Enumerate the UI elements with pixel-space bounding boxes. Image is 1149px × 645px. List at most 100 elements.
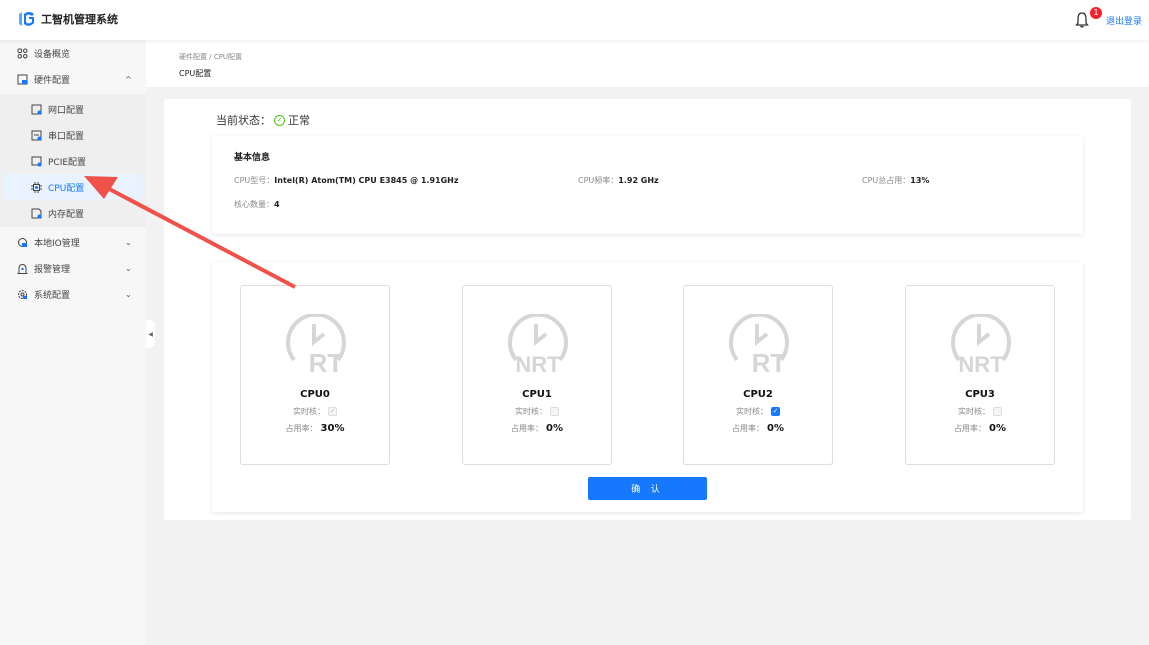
gear-icon [18,289,27,299]
confirm-button[interactable]: 确 认 [588,477,707,500]
realtime-label: 实时核： [958,407,990,416]
hardware-icon [17,74,28,84]
sidebar-item-memory[interactable]: 内存配置 [0,200,146,226]
usage-label: 占用率： [954,424,986,433]
breadcrumb-current: CPU配置 [213,53,243,61]
usage-row: 占用率： 0% [463,423,611,434]
cpu-card: RT CPU0 实时核： ✓ 占用率： 30% [240,285,390,465]
chevron-down-icon: ⌄ [125,237,132,247]
cpu-card: NRT CPU3 实时核： 占用率： 0% [905,285,1055,465]
io-icon [18,237,27,247]
chevron-down-icon: ⌄ [125,263,132,273]
realtime-label: 实时核： [515,407,547,416]
logout-link[interactable]: 退出登录 [1106,14,1142,27]
network-port-icon [31,104,42,114]
section-title: 基本信息 [234,153,271,163]
sidebar-item-label: 内存配置 [48,209,85,220]
realtime-row: 实时核： [906,406,1054,417]
breadcrumb: 硬件配置 / CPU配置 [179,52,242,62]
cpu-name: CPU0 [300,389,330,400]
top-header: 工智机管理系统 1 退出登录 [0,0,1149,40]
status-value: 正常 [288,114,310,127]
usage-value: 0% [546,423,563,434]
serial-port-icon [31,130,42,140]
basic-info-card: 基本信息 CPU型号：Intel(R) Atom(TM) CPU E3845 @… [212,136,1083,234]
sidebar-item-hardware[interactable]: 硬件配置 ^ [0,66,146,92]
usage-label: 占用率： [511,424,543,433]
sidebar-item-local-io[interactable]: 本地IO管理 ⌄ [0,229,146,255]
sidebar-item-label: CPU配置 [48,183,85,194]
sidebar-item-label: 本地IO管理 [34,238,80,249]
sidebar-item-overview[interactable]: 设备概览 [0,40,146,66]
rt-clock-icon: RT [729,314,789,374]
breadcrumb-parent[interactable]: 硬件配置 [179,53,207,61]
usage-row: 占用率： 30% [241,423,389,434]
cpu-card: NRT CPU1 实时核： 占用率： 0% [462,285,612,465]
realtime-label: 实时核： [736,407,768,416]
memory-icon [31,208,42,218]
nrt-clock-icon: NRT [508,314,568,374]
realtime-row: 实时核： ✓ [241,406,389,417]
sidebar-item-label: PCIE配置 [48,157,87,168]
sidebar: 设备概览 硬件配置 ^ 网口配置 串口配置 PCIE配置 CPU配置 内存配置 本… [0,40,146,645]
sidebar-item-label: 网口配置 [48,105,85,116]
cpu-total-usage: CPU总占用：13% [862,176,930,185]
realtime-checkbox[interactable] [993,407,1002,416]
rt-clock-icon: RT [286,314,346,374]
breadcrumb-separator: / [209,53,212,61]
breadcrumb-bar: 硬件配置 / CPU配置 CPU配置 [146,40,1149,87]
grid-icon [17,48,28,58]
usage-value: 0% [767,423,784,434]
sidebar-item-label: 硬件配置 [34,75,71,86]
cpu-frequency: CPU频率：1.92 GHz [578,176,659,185]
usage-value: 0% [989,423,1006,434]
chevron-down-icon: ⌄ [125,289,132,299]
sidebar-item-label: 设备概览 [34,49,71,60]
cpu-name: CPU1 [522,389,552,400]
sidebar-item-network[interactable]: 网口配置 [0,96,146,122]
usage-value: 30% [320,423,345,434]
realtime-row: 实时核： ✓ [684,406,832,417]
cpu-model: CPU型号：Intel(R) Atom(TM) CPU E3845 @ 1.91… [234,176,459,185]
core-count: 核心数量：4 [234,200,280,209]
notification-badge: 1 [1090,7,1102,19]
realtime-label: 实时核： [293,407,325,416]
sidebar-item-cpu[interactable]: CPU配置 [3,174,143,200]
logo-icon [19,12,34,26]
mode-label: RT [309,348,344,374]
mode-label: NRT [958,352,1004,374]
check-circle-icon: ✓ [274,114,285,126]
sidebar-collapse-button[interactable]: ◀ [146,320,155,348]
usage-label: 占用率： [732,424,764,433]
usage-row: 占用率： 0% [906,423,1054,434]
sidebar-item-label: 系统配置 [34,290,71,301]
chevron-up-icon: ^ [125,74,132,84]
pcie-icon [31,156,42,166]
sidebar-item-label: 报警管理 [34,264,71,275]
hardware-submenu: 网口配置 串口配置 PCIE配置 CPU配置 内存配置 [0,94,146,227]
sidebar-item-alarm[interactable]: 报警管理 ⌄ [0,255,146,281]
realtime-checkbox[interactable]: ✓ [328,407,337,416]
logo: 工智机管理系统 [17,11,118,27]
sidebar-item-system[interactable]: 系统配置 ⌄ [0,281,146,307]
mode-label: RT [752,348,787,374]
sidebar-item-serial[interactable]: 串口配置 [0,122,146,148]
cpu-name: CPU3 [965,389,995,400]
cpu-card: RT CPU2 实时核： ✓ 占用率： 0% [683,285,833,465]
cpu-cards-section: 确 认 RT CPU0 实时核： ✓ 占用率： 30% NRT CPU1 实时核： 占… [212,262,1083,512]
cpu-icon [31,181,42,193]
page-title: CPU配置 [179,69,212,78]
usage-label: 占用率： [285,424,318,433]
status-label: 当前状态： [216,114,271,127]
sidebar-item-label: 串口配置 [48,131,85,142]
sidebar-item-pcie[interactable]: PCIE配置 [0,148,146,174]
mode-label: NRT [515,352,561,374]
realtime-row: 实时核： [463,406,611,417]
realtime-checkbox[interactable]: ✓ [771,407,780,416]
status-line: 当前状态： ✓ 正常 [216,112,310,128]
bell-icon[interactable] [1075,12,1089,28]
main-panel: 当前状态： ✓ 正常 基本信息 CPU型号：Intel(R) Atom(TM) CP… [164,99,1131,520]
cpu-name: CPU2 [743,389,773,400]
app-title: 工智机管理系统 [41,13,118,26]
realtime-checkbox[interactable] [550,407,559,416]
